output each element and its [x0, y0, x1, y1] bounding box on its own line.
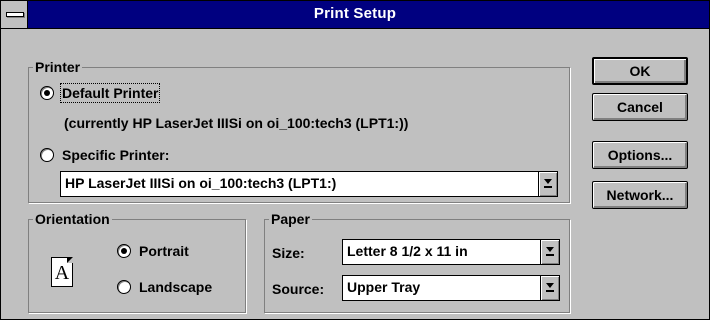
- default-printer-label: Default Printer: [59, 83, 161, 103]
- paper-size-select[interactable]: Letter 8 1/2 x 11 in: [342, 239, 560, 265]
- landscape-label: Landscape: [139, 279, 213, 295]
- print-setup-dialog: Print Setup Printer Default Printer (cur…: [0, 0, 710, 320]
- specific-printer-select[interactable]: HP LaserJet IIISi on oi_100:tech3 (LPT1:…: [60, 171, 558, 197]
- specific-printer-label: Specific Printer:: [62, 147, 170, 163]
- ok-button[interactable]: OK: [592, 57, 688, 85]
- orientation-group-label: Orientation: [33, 210, 112, 228]
- printer-group-label: Printer: [33, 58, 83, 76]
- dropdown-arrow-icon: [546, 283, 554, 288]
- paper-group-label: Paper: [269, 210, 312, 228]
- paper-size-value: Letter 8 1/2 x 11 in: [347, 243, 468, 259]
- title-bar[interactable]: Print Setup: [1, 1, 709, 29]
- paper-source-dropdown-button[interactable]: [540, 276, 559, 300]
- current-printer-note: (currently HP LaserJet IIISi on oi_100:t…: [64, 115, 409, 131]
- dropdown-arrow-icon: [546, 247, 554, 252]
- specific-printer-value: HP LaserJet IIISi on oi_100:tech3 (LPT1:…: [65, 175, 337, 191]
- options-button[interactable]: Options...: [592, 141, 688, 169]
- network-button[interactable]: Network...: [592, 181, 688, 209]
- cancel-button[interactable]: Cancel: [592, 93, 688, 121]
- portrait-label: Portrait: [139, 243, 189, 259]
- dialog-title: Print Setup: [313, 5, 397, 22]
- paper-size-label: Size:: [272, 245, 305, 261]
- dropdown-arrow-icon: [544, 179, 552, 184]
- portrait-page-icon: A: [51, 257, 73, 287]
- paper-source-label: Source:: [272, 281, 325, 297]
- specific-printer-radio[interactable]: Specific Printer:: [40, 147, 169, 163]
- specific-printer-dropdown-button[interactable]: [538, 172, 557, 196]
- specific-printer-radio-dot[interactable]: [40, 148, 54, 162]
- landscape-radio[interactable]: Landscape: [117, 279, 212, 295]
- paper-size-dropdown-button[interactable]: [540, 240, 559, 264]
- landscape-radio-dot[interactable]: [117, 280, 131, 294]
- default-printer-radio-dot[interactable]: [40, 86, 54, 100]
- portrait-radio[interactable]: Portrait: [117, 243, 189, 259]
- default-printer-radio[interactable]: Default Printer: [40, 83, 161, 103]
- paper-source-select[interactable]: Upper Tray: [342, 275, 560, 301]
- portrait-radio-dot[interactable]: [117, 244, 131, 258]
- paper-source-value: Upper Tray: [347, 279, 421, 295]
